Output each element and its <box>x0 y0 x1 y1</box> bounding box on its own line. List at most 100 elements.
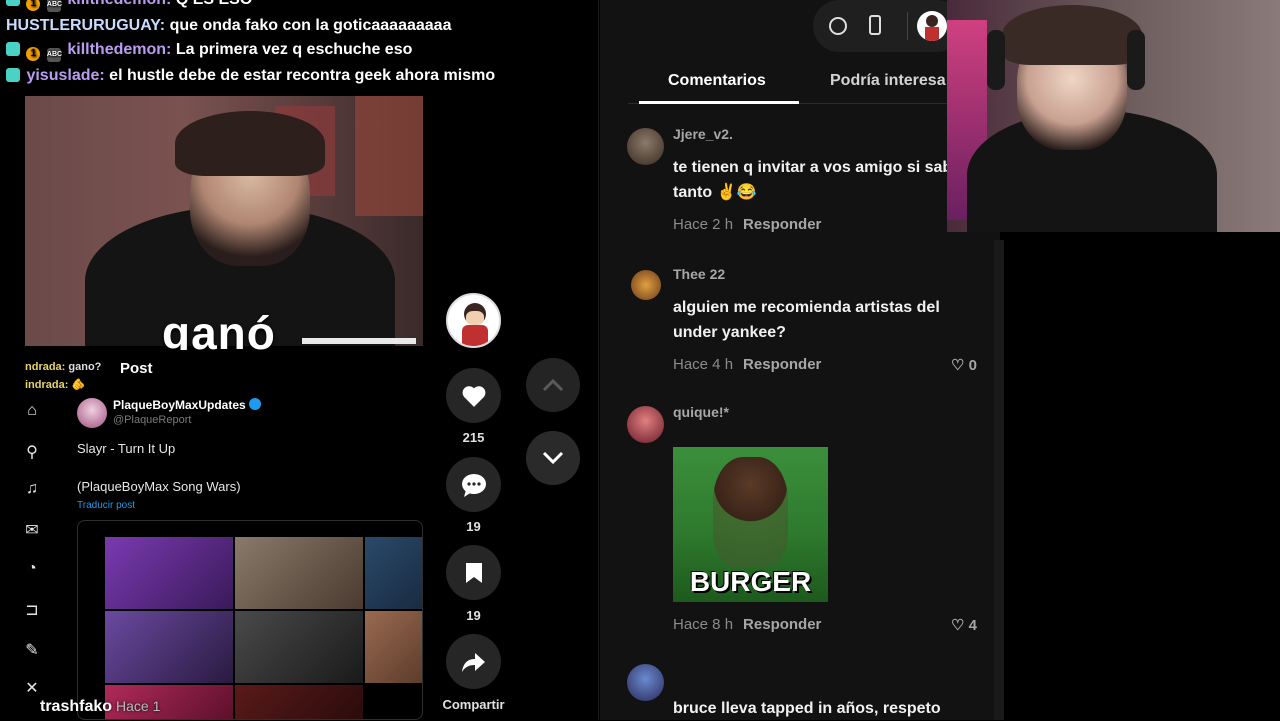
notifications-icon[interactable]: ♫ <box>25 480 39 498</box>
twitter-post-view: Post ⌂ ⚲ ♫ ✉ ◔ ⊐ ✎ ✕ PlaqueBoyMaxUpdates… <box>25 350 423 720</box>
gif-caption: BURGER <box>689 566 812 597</box>
save-button[interactable] <box>446 545 501 600</box>
reply-button[interactable]: Responder <box>743 616 821 633</box>
creator-avatar[interactable] <box>446 293 501 348</box>
number-badge-icon: 1 <box>26 0 41 11</box>
verified-icon <box>248 398 261 410</box>
chevron-down-icon <box>542 451 564 465</box>
post-text: Slayr - Turn It Up <box>77 441 176 456</box>
video-tile <box>365 611 422 683</box>
chat-username: killthedemon: <box>67 41 172 58</box>
comment-icon <box>461 473 486 497</box>
comment-avatar[interactable] <box>631 270 661 300</box>
chat-line: 1 ABC killthedemon: Q ES ESO <box>6 0 496 12</box>
stream-chat: 1 ABC killthedemon: Q ES ESO HUSTLERURUG… <box>6 0 496 89</box>
reply-button[interactable]: Responder <box>743 356 821 373</box>
heart-icon <box>462 385 485 407</box>
chat-message: que onda fako con la goticaaaaaaaaa <box>169 16 452 34</box>
comment-text: bruce lleva tapped in años, respeto <box>673 700 941 717</box>
like-count: 215 <box>462 430 485 445</box>
comment-avatar[interactable] <box>627 128 664 165</box>
panel-tabs: Comentarios Podría interesa <box>628 60 950 104</box>
share-button[interactable] <box>446 634 501 689</box>
reply-button[interactable]: Responder <box>743 216 821 233</box>
video-tile <box>235 537 363 609</box>
chat-message: el hustle debe de estar recontra geek ah… <box>109 66 496 84</box>
caption-underline <box>302 338 416 344</box>
save-count: 19 <box>466 608 481 623</box>
panel-divider <box>598 0 599 720</box>
chat-line: 1 ABC killthedemon: La primera vez q esc… <box>6 39 496 62</box>
post-title: Post <box>120 360 153 377</box>
comment-count: 19 <box>466 519 481 534</box>
account-name[interactable]: PlaqueBoyMaxUpdates <box>113 398 261 412</box>
top-toolbar <box>813 0 963 52</box>
profile-avatar[interactable] <box>917 11 947 41</box>
bookmark-icon <box>465 562 482 583</box>
number-badge-icon: 1 <box>26 47 41 61</box>
chat-badge-icon <box>6 42 20 56</box>
chat-line: HUSTLERURUGUAY: que onda fako con la got… <box>6 15 496 37</box>
gif-figure <box>713 457 788 567</box>
toolbar-divider <box>907 12 908 40</box>
comment-meta: Hace 4 h Responder <box>673 356 822 373</box>
chat-message: Q ES ESO <box>176 0 252 8</box>
chat-line: indrada: 🫵 <box>25 379 86 391</box>
tab-comments[interactable]: Comentarios <box>668 72 766 90</box>
search-icon[interactable]: ⚲ <box>25 442 39 462</box>
chat-badge-icon <box>6 0 20 6</box>
video-tile <box>365 537 422 609</box>
active-tab-indicator <box>639 101 799 104</box>
comment-gif[interactable]: BURGER <box>673 447 828 602</box>
comment-text: alguien me recomienda artistas del under… <box>673 299 940 341</box>
comment-avatar[interactable] <box>627 406 664 443</box>
video-author[interactable]: trashfako Hace 1 <box>40 698 160 716</box>
feather-icon[interactable]: ✎ <box>25 640 39 660</box>
bookmarks-icon[interactable]: ⊐ <box>25 600 39 620</box>
like-button[interactable] <box>446 368 501 423</box>
phone-icon[interactable] <box>869 15 881 35</box>
video-tile <box>235 685 363 719</box>
comment-likes[interactable]: ♡ 0 <box>951 356 977 374</box>
post-text: (PlaqueBoyMax Song Wars) <box>77 479 241 494</box>
panel-edge <box>994 240 1004 720</box>
comment-button[interactable] <box>446 457 501 512</box>
chat-line: ndrada: gano? <box>25 361 102 373</box>
post-media[interactable] <box>77 520 423 720</box>
share-label: Compartir <box>442 697 505 712</box>
heart-outline-icon: ♡ <box>951 357 965 374</box>
tiktok-icon[interactable] <box>829 17 847 35</box>
x-logo-icon[interactable]: ✕ <box>25 678 39 698</box>
side-chat: ndrada: gano? indrada: 🫵 <box>25 358 101 394</box>
comment-meta: Hace 2 h Responder <box>673 216 822 233</box>
previous-video-button[interactable] <box>526 358 580 412</box>
next-video-button[interactable] <box>526 431 580 485</box>
comment-username[interactable]: Jjere_v2. <box>673 126 733 142</box>
grok-icon[interactable]: ◔ <box>25 560 39 578</box>
video-tile <box>105 611 233 683</box>
comment-meta: Hace 8 h Responder <box>673 616 822 633</box>
account-avatar[interactable] <box>77 398 107 428</box>
share-icon <box>461 652 485 672</box>
comment-username[interactable]: quique!* <box>673 404 729 420</box>
tab-suggestions[interactable]: Podría interesa <box>830 72 946 90</box>
video-tile <box>105 537 233 609</box>
home-icon[interactable]: ⌂ <box>25 402 39 420</box>
comment-username[interactable]: Thee 22 <box>673 266 725 282</box>
translate-link[interactable]: Traducir post <box>77 500 135 511</box>
abc-badge-icon: ABC <box>46 0 62 12</box>
chat-line: yisuslade: el hustle debe de estar recon… <box>6 65 496 87</box>
comment-text: te tienen q invitar a vos amigo si sabes… <box>673 159 970 201</box>
comment-likes[interactable]: ♡ 4 <box>951 616 977 634</box>
messages-icon[interactable]: ✉ <box>25 520 39 540</box>
comment-avatar[interactable] <box>627 664 664 701</box>
chat-username: yisuslade: <box>26 66 105 84</box>
heart-outline-icon: ♡ <box>951 617 965 634</box>
chat-username: killthedemon: <box>67 0 171 8</box>
account-handle[interactable]: @PlaqueReport <box>113 414 191 426</box>
chat-badge-icon <box>6 67 20 82</box>
streamer-webcam-2 <box>947 0 1280 232</box>
chevron-up-icon <box>542 378 564 392</box>
abc-badge-icon: ABC <box>46 48 62 62</box>
chat-message: La primera vez q eschuche eso <box>175 41 413 58</box>
